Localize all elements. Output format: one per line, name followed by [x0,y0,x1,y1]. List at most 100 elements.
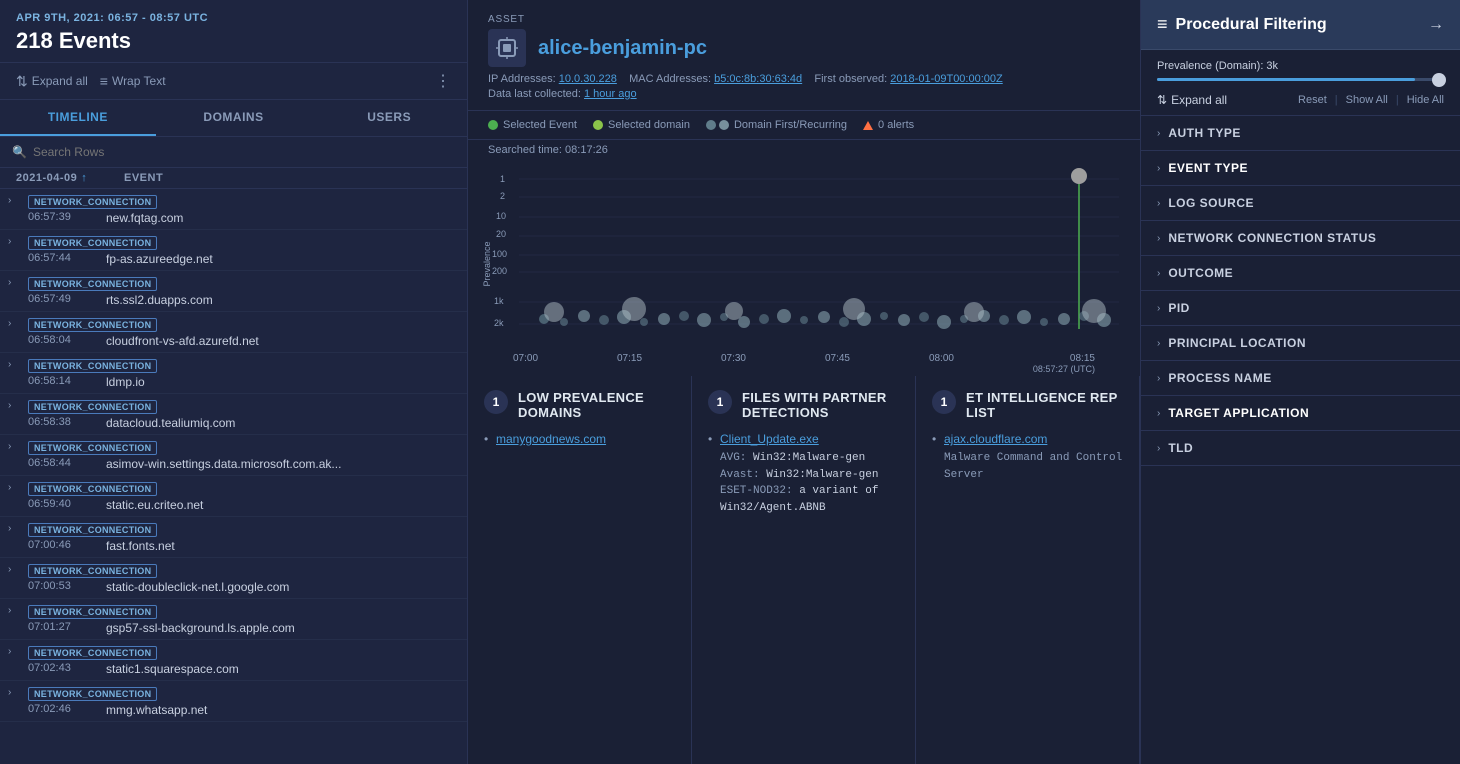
filter-row-process-name[interactable]: › PROCESS NAME [1141,361,1460,395]
right-panel-title: ≡ Procedural Filtering [1157,14,1327,35]
cursor-time-label: 08:57:27 (UTC) [1033,364,1095,374]
legend-domain-first: Domain First/Recurring [706,119,847,131]
hide-all-button[interactable]: Hide All [1407,94,1444,106]
event-time: 06:58:38 [28,416,98,428]
prevalence-slider-track [1157,78,1444,81]
filter-row-outcome[interactable]: › OUTCOME [1141,256,1460,290]
reset-button[interactable]: Reset [1298,94,1327,106]
event-badge: NETWORK_CONNECTION [28,687,157,701]
event-time: 07:00:46 [28,539,98,551]
filter-row-target-application[interactable]: › TARGET APPLICATION [1141,396,1460,430]
low-prevalence-domain[interactable]: manygoodnews.com [484,432,675,446]
table-row[interactable]: › NETWORK_CONNECTION 06:59:40 static.eu.… [0,476,467,517]
event-time: 06:58:04 [28,334,98,346]
event-time: 06:57:44 [28,252,98,264]
detection-file[interactable]: Client_Update.exe [708,432,899,446]
table-row[interactable]: › NETWORK_CONNECTION 06:58:14 ldmp.io [0,353,467,394]
search-input[interactable] [33,145,455,159]
filter-principal-location: › PRINCIPAL LOCATION [1141,326,1460,361]
legend-selected-domain: Selected domain [593,119,690,131]
domain-dot-2 [719,120,729,130]
prevalence-slider-fill [1157,78,1415,81]
detection-details: AVG: Win32:Malware-gen Avast: Win32:Malw… [708,450,899,516]
filter-row-tld[interactable]: › TLD [1141,431,1460,465]
right-panel: ≡ Procedural Filtering → Prevalence (Dom… [1140,0,1460,764]
show-all-button[interactable]: Show All [1346,94,1388,106]
pid-chevron-icon: › [1157,303,1160,314]
filter-event-type: › EVENT TYPE [1141,151,1460,186]
card-header-1: 1 LOW PREVALENCE DOMAINS [484,390,675,420]
time-label-0730: 07:30 [721,353,746,374]
event-badge: NETWORK_CONNECTION [28,318,157,332]
table-row[interactable]: › NETWORK_CONNECTION 06:57:49 rts.ssl2.d… [0,271,467,312]
separator-2: | [1396,94,1399,106]
event-time: 06:59:40 [28,498,98,510]
table-row[interactable]: › NETWORK_CONNECTION 07:01:27 gsp57-ssl-… [0,599,467,640]
event-type-chevron-icon: › [1157,163,1160,174]
tab-domains[interactable]: DOMAINS [156,100,312,136]
tab-users[interactable]: USERS [311,100,467,136]
first-observed-value[interactable]: 2018-01-09T00:00:00Z [890,73,1003,85]
filter-row-log-source[interactable]: › LOG SOURCE [1141,186,1460,220]
time-label-0815: 08:15 08:57:27 (UTC) [1033,353,1095,374]
filter-row-auth-type[interactable]: › AUTH TYPE [1141,116,1460,150]
event-domain: fp-as.azureedge.net [106,252,213,266]
table-row[interactable]: › NETWORK_CONNECTION 06:57:44 fp-as.azur… [0,230,467,271]
tld-label: TLD [1168,441,1193,455]
svg-text:100: 100 [492,249,507,259]
table-row[interactable]: › NETWORK_CONNECTION 06:58:38 datacloud.… [0,394,467,435]
date-label: 2021-04-09 [16,172,77,184]
table-row[interactable]: › NETWORK_CONNECTION 07:00:53 static-dou… [0,558,467,599]
ip-address[interactable]: 10.0.30.228 [559,73,617,85]
expand-all-button[interactable]: ⇅ Expand all [16,73,88,90]
asset-header: ASSET alice-benjamin-pc IP Addresses: 10… [468,0,1140,111]
domain-dot-1 [706,120,716,130]
table-row[interactable]: › NETWORK_CONNECTION 06:57:39 new.fqtag.… [0,189,467,230]
filter-row-pid[interactable]: › PID [1141,291,1460,325]
svg-text:10: 10 [496,211,506,221]
table-row[interactable]: › NETWORK_CONNECTION 06:58:44 asimov-win… [0,435,467,476]
row-expand-icon: › [8,275,20,288]
filter-row-principal-location[interactable]: › PRINCIPAL LOCATION [1141,326,1460,360]
mac-label: MAC Addresses: [629,73,711,85]
selected-domain-dot [593,120,603,130]
table-row[interactable]: › NETWORK_CONNECTION 07:02:46 mmg.whatsa… [0,681,467,722]
card-title-2: FILES WITH PARTNER DETECTIONS [742,390,899,420]
expand-icon: ⇅ [16,73,28,90]
selected-event-dot [488,120,498,130]
table-row[interactable]: › NETWORK_CONNECTION 06:58:04 cloudfront… [0,312,467,353]
event-badge: NETWORK_CONNECTION [28,236,157,250]
event-domain: ldmp.io [106,375,145,389]
more-options-button[interactable]: ⋮ [435,71,451,91]
wrap-text-label: Wrap Text [112,74,166,88]
et-domain[interactable]: ajax.cloudflare.com [932,432,1123,446]
event-count: 218 Events [16,28,451,54]
prevalence-slider-thumb[interactable] [1432,73,1446,87]
expand-all-filter-button[interactable]: ⇅ Expand all [1157,93,1227,107]
log-source-label: LOG SOURCE [1168,196,1254,210]
target-application-label: TARGET APPLICATION [1168,406,1309,420]
data-collected-value[interactable]: 1 hour ago [584,88,637,100]
filter-row-event-type[interactable]: › EVENT TYPE [1141,151,1460,185]
arrow-right-icon[interactable]: → [1428,16,1444,34]
prevalence-label: Prevalence (Domain): 3k [1157,60,1444,72]
tab-timeline[interactable]: TIMELINE [0,100,156,136]
event-badge: NETWORK_CONNECTION [28,277,157,291]
row-expand-icon: › [8,644,20,657]
wrap-text-button[interactable]: ≡ Wrap Text [100,73,166,89]
card-number-2: 1 [708,390,732,414]
filter-row-network-connection-status[interactable]: › NETWORK CONNECTION STATUS [1141,221,1460,255]
event-badge: NETWORK_CONNECTION [28,564,157,578]
mac-address[interactable]: b5:0c:8b:30:63:4d [714,73,802,85]
event-badge: NETWORK_CONNECTION [28,605,157,619]
ip-label: IP Addresses: [488,73,556,85]
asset-name[interactable]: alice-benjamin-pc [538,37,707,60]
table-row[interactable]: › NETWORK_CONNECTION 07:02:43 static1.sq… [0,640,467,681]
search-bar: 🔍 [0,137,467,168]
row-expand-icon: › [8,439,20,452]
row-expand-icon: › [8,562,20,575]
row-expand-icon: › [8,398,20,411]
sort-arrow-icon[interactable]: ↑ [81,172,87,184]
filter-process-name: › PROCESS NAME [1141,361,1460,396]
table-row[interactable]: › NETWORK_CONNECTION 07:00:46 fast.fonts… [0,517,467,558]
